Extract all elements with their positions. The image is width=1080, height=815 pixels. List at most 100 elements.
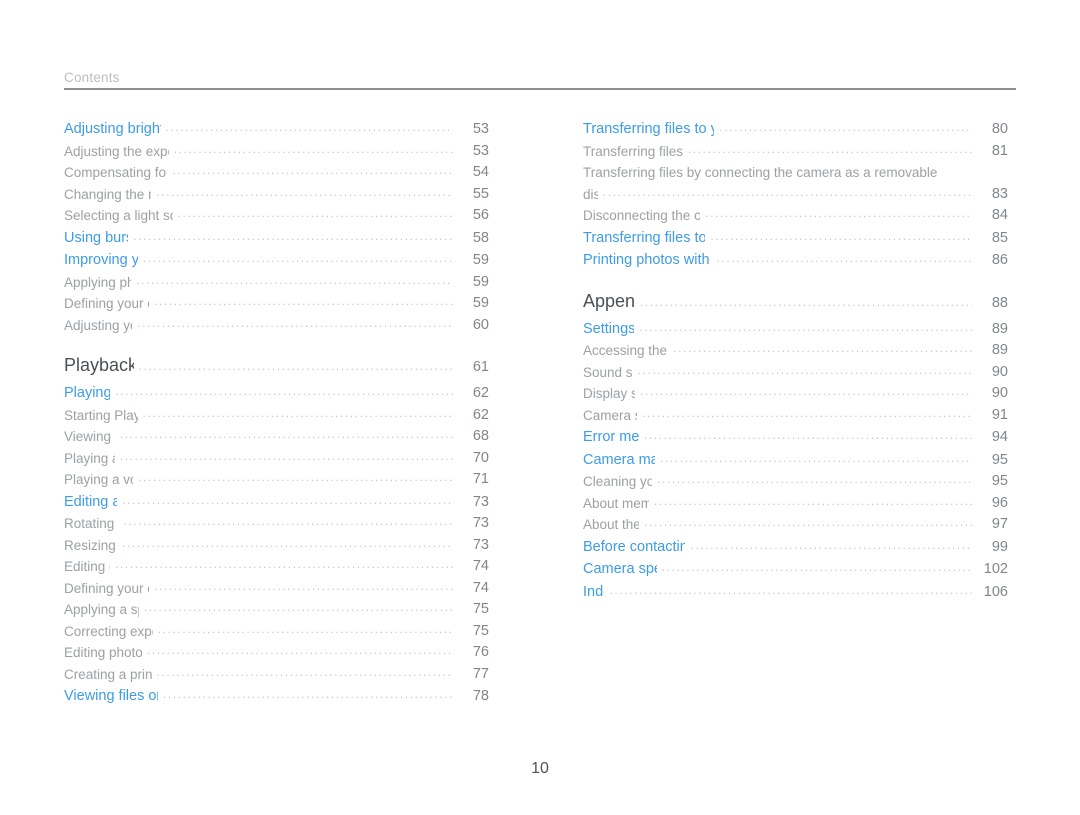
leader-dots: ........................................… xyxy=(640,384,972,398)
toc-entry-label: Transferring files to your computer (for… xyxy=(583,121,715,137)
toc-entry-topic[interactable]: Editing colour..........................… xyxy=(64,556,489,578)
toc-entry-label: Accessing the settings menu xyxy=(583,343,668,358)
toc-entry-label: Defining your own RGB tone xyxy=(64,296,149,311)
toc-entry-chapter[interactable]: Error messages..........................… xyxy=(583,426,1008,449)
toc-entry-label: Using burst modes xyxy=(64,229,128,246)
toc-entry-topic[interactable]: Applying photo styles...................… xyxy=(64,272,489,294)
toc-entry-chapter[interactable]: Playing back............................… xyxy=(64,382,489,405)
toc-entry-topic[interactable]: Cleaning your camera....................… xyxy=(583,471,1008,493)
toc-entry-topic[interactable]: Starting Playback mode..................… xyxy=(64,405,489,427)
leader-dots: ........................................… xyxy=(172,163,453,177)
toc-entry-topic[interactable]: Applying a special effect...............… xyxy=(64,599,489,621)
toc-entry-page-number: 73 xyxy=(472,493,489,510)
leader-dots: ........................................… xyxy=(639,319,972,334)
toc-entry-page-number: 58 xyxy=(472,229,489,246)
toc-entry-topic[interactable]: Playing a video.........................… xyxy=(64,448,489,470)
toc-entry-page-number: 70 xyxy=(472,449,489,466)
toc-entry-topic[interactable]: Resizing photos.........................… xyxy=(64,535,489,557)
toc-entry-topic[interactable]: Display settings........................… xyxy=(583,383,1008,405)
toc-entry-section[interactable]: Playback/Editing........................… xyxy=(64,352,489,382)
toc-entry-topic[interactable]: Defining your own RGB tone..............… xyxy=(64,578,489,600)
toc-entry-topic[interactable]: Accessing the settings menu.............… xyxy=(583,340,1008,362)
toc-entry-topic[interactable]: Rotating a photo........................… xyxy=(64,513,489,535)
toc-entry-page-number: 77 xyxy=(472,665,489,682)
toc-entry-label: Creating a print order (DPOF) xyxy=(64,666,152,682)
toc-entry-chapter[interactable]: Viewing files on a TV or HDTV...........… xyxy=(64,685,489,708)
toc-entry-topic[interactable]: Compensating for backlighting (ACB).....… xyxy=(64,162,489,184)
leader-dots: ........................................… xyxy=(644,515,972,529)
toc-entry-chapter[interactable]: Camera specifications...................… xyxy=(583,558,1008,581)
toc-entry-page-number: 75 xyxy=(472,601,489,617)
toc-entry-page-number: 91 xyxy=(991,406,1008,423)
toc-entry-topic[interactable]: Disconnecting the camera (for Windows XP… xyxy=(583,205,1008,227)
header-divider xyxy=(64,88,1016,90)
toc-entry-topic[interactable]: Adjusting your photos...................… xyxy=(64,315,489,337)
leader-dots: ........................................… xyxy=(673,341,972,355)
toc-entry-topic[interactable]: Adjusting the exposure manually (EV)....… xyxy=(64,141,489,163)
toc-entry-topic[interactable]: Changing the metering option............… xyxy=(64,184,489,206)
toc-entry-chapter[interactable]: Using burst modes.......................… xyxy=(64,227,489,250)
leader-dots: ........................................… xyxy=(142,251,453,265)
toc-entry-label: Appendixes xyxy=(583,290,635,311)
toc-entry-chapter[interactable]: Transferring files to your computer (for… xyxy=(583,118,1008,141)
toc-entry-label: Transferring files by connecting the cam… xyxy=(583,165,938,180)
toc-entry-topic[interactable]: Defining your own RGB tone..............… xyxy=(64,293,489,315)
toc-entry-page-number: 53 xyxy=(472,121,489,137)
toc-entry-topic[interactable]: Transferring files using Intelli-studio.… xyxy=(583,141,1008,163)
toc-entry-chapter[interactable]: Adjusting brightness and colour.........… xyxy=(64,118,489,141)
leader-dots: ........................................… xyxy=(657,472,972,486)
toc-entry-label: Viewing files on a TV or HDTV xyxy=(64,688,158,704)
toc-entry-chapter[interactable]: Improving your photos...................… xyxy=(64,249,489,272)
toc-entry-chapter[interactable]: Transferring files to your computer (for… xyxy=(583,227,1008,250)
toc-entry-topic[interactable]: Editing photos of portraits.............… xyxy=(64,642,489,664)
toc-entry-topic[interactable]: Sound settings..........................… xyxy=(583,362,1008,384)
leader-dots: ........................................… xyxy=(165,120,453,134)
leader-dots: ........................................… xyxy=(173,141,453,156)
leader-dots: ........................................… xyxy=(690,537,972,552)
toc-entry-chapter[interactable]: Settings menu...........................… xyxy=(583,318,1008,341)
toc-entry-chapter[interactable]: Camera maintenance......................… xyxy=(583,449,1008,472)
toc-entry-page-number: 81 xyxy=(991,142,1008,159)
toc-entry-page-number: 74 xyxy=(472,558,489,574)
toc-entry-label: Transferring files to your computer (for… xyxy=(583,229,706,246)
toc-entry-label: Disconnecting the camera (for Windows XP… xyxy=(583,208,701,223)
leader-dots: ........................................… xyxy=(653,493,972,508)
toc-entry-topic[interactable]: Correcting exposure problems............… xyxy=(64,621,489,643)
toc-entry-label: Transferring files using Intelli-studio xyxy=(583,143,683,159)
leader-dots: ........................................… xyxy=(137,315,453,330)
toc-entry-chapter[interactable]: Before contacting a service centre......… xyxy=(583,536,1008,559)
toc-entry-topic[interactable]: About memory cards......................… xyxy=(583,493,1008,515)
toc-entry-label: Editing colour xyxy=(64,559,110,574)
toc-entry-page-number: 106 xyxy=(983,583,1008,600)
toc-entry-page-number: 56 xyxy=(472,207,489,223)
toc-entry-chapter[interactable]: Index...................................… xyxy=(583,581,1008,604)
page-header: Contents xyxy=(64,70,1016,90)
page-number: 10 xyxy=(531,760,549,777)
toc-entry-page-number: 62 xyxy=(472,406,489,423)
toc-entry-topic[interactable]: Creating a print order (DPOF)...........… xyxy=(64,664,489,686)
toc-entry-page-number: 54 xyxy=(472,164,489,180)
toc-entry-topic[interactable]: About the battery.......................… xyxy=(583,514,1008,536)
toc-entry-page-number: 94 xyxy=(991,429,1008,445)
leader-dots: ........................................… xyxy=(138,359,453,373)
toc-entry-page-number: 73 xyxy=(472,536,489,553)
toc-entry-page-number: 86 xyxy=(991,252,1008,268)
toc-entry-label: Improving your photos xyxy=(64,252,138,268)
toc-entry-page-number: 74 xyxy=(472,579,489,596)
leader-dots: ........................................… xyxy=(687,141,972,156)
toc-entry-topic[interactable]: Viewing photos..........................… xyxy=(64,426,489,448)
toc-entry-topic[interactable]: Selecting a light source (White balance)… xyxy=(64,205,489,227)
toc-entry-chapter[interactable]: Editing a photo.........................… xyxy=(64,491,489,514)
toc-column-right: Transferring files to your computer (for… xyxy=(583,118,1008,708)
toc-entry-label: Compensating for backlighting (ACB) xyxy=(64,165,167,180)
toc-entry-page-number: 84 xyxy=(991,207,1008,223)
leader-dots: ........................................… xyxy=(156,184,453,199)
toc-entry-section[interactable]: Appendixes..............................… xyxy=(583,288,1008,318)
toc-entry-chapter[interactable]: Printing photos with a photo printer (Pi… xyxy=(583,249,1008,272)
toc-entry-topic[interactable]: Playing a voice memo....................… xyxy=(64,469,489,491)
toc-entry-label: Selecting a light source (White balance) xyxy=(64,208,173,223)
toc-entry-topic[interactable]: Transferring files by connecting the cam… xyxy=(583,162,1008,205)
leader-dots: ........................................… xyxy=(153,294,453,308)
toc-entry-page-number: 88 xyxy=(991,294,1008,311)
toc-entry-topic[interactable]: Camera settings.........................… xyxy=(583,405,1008,427)
